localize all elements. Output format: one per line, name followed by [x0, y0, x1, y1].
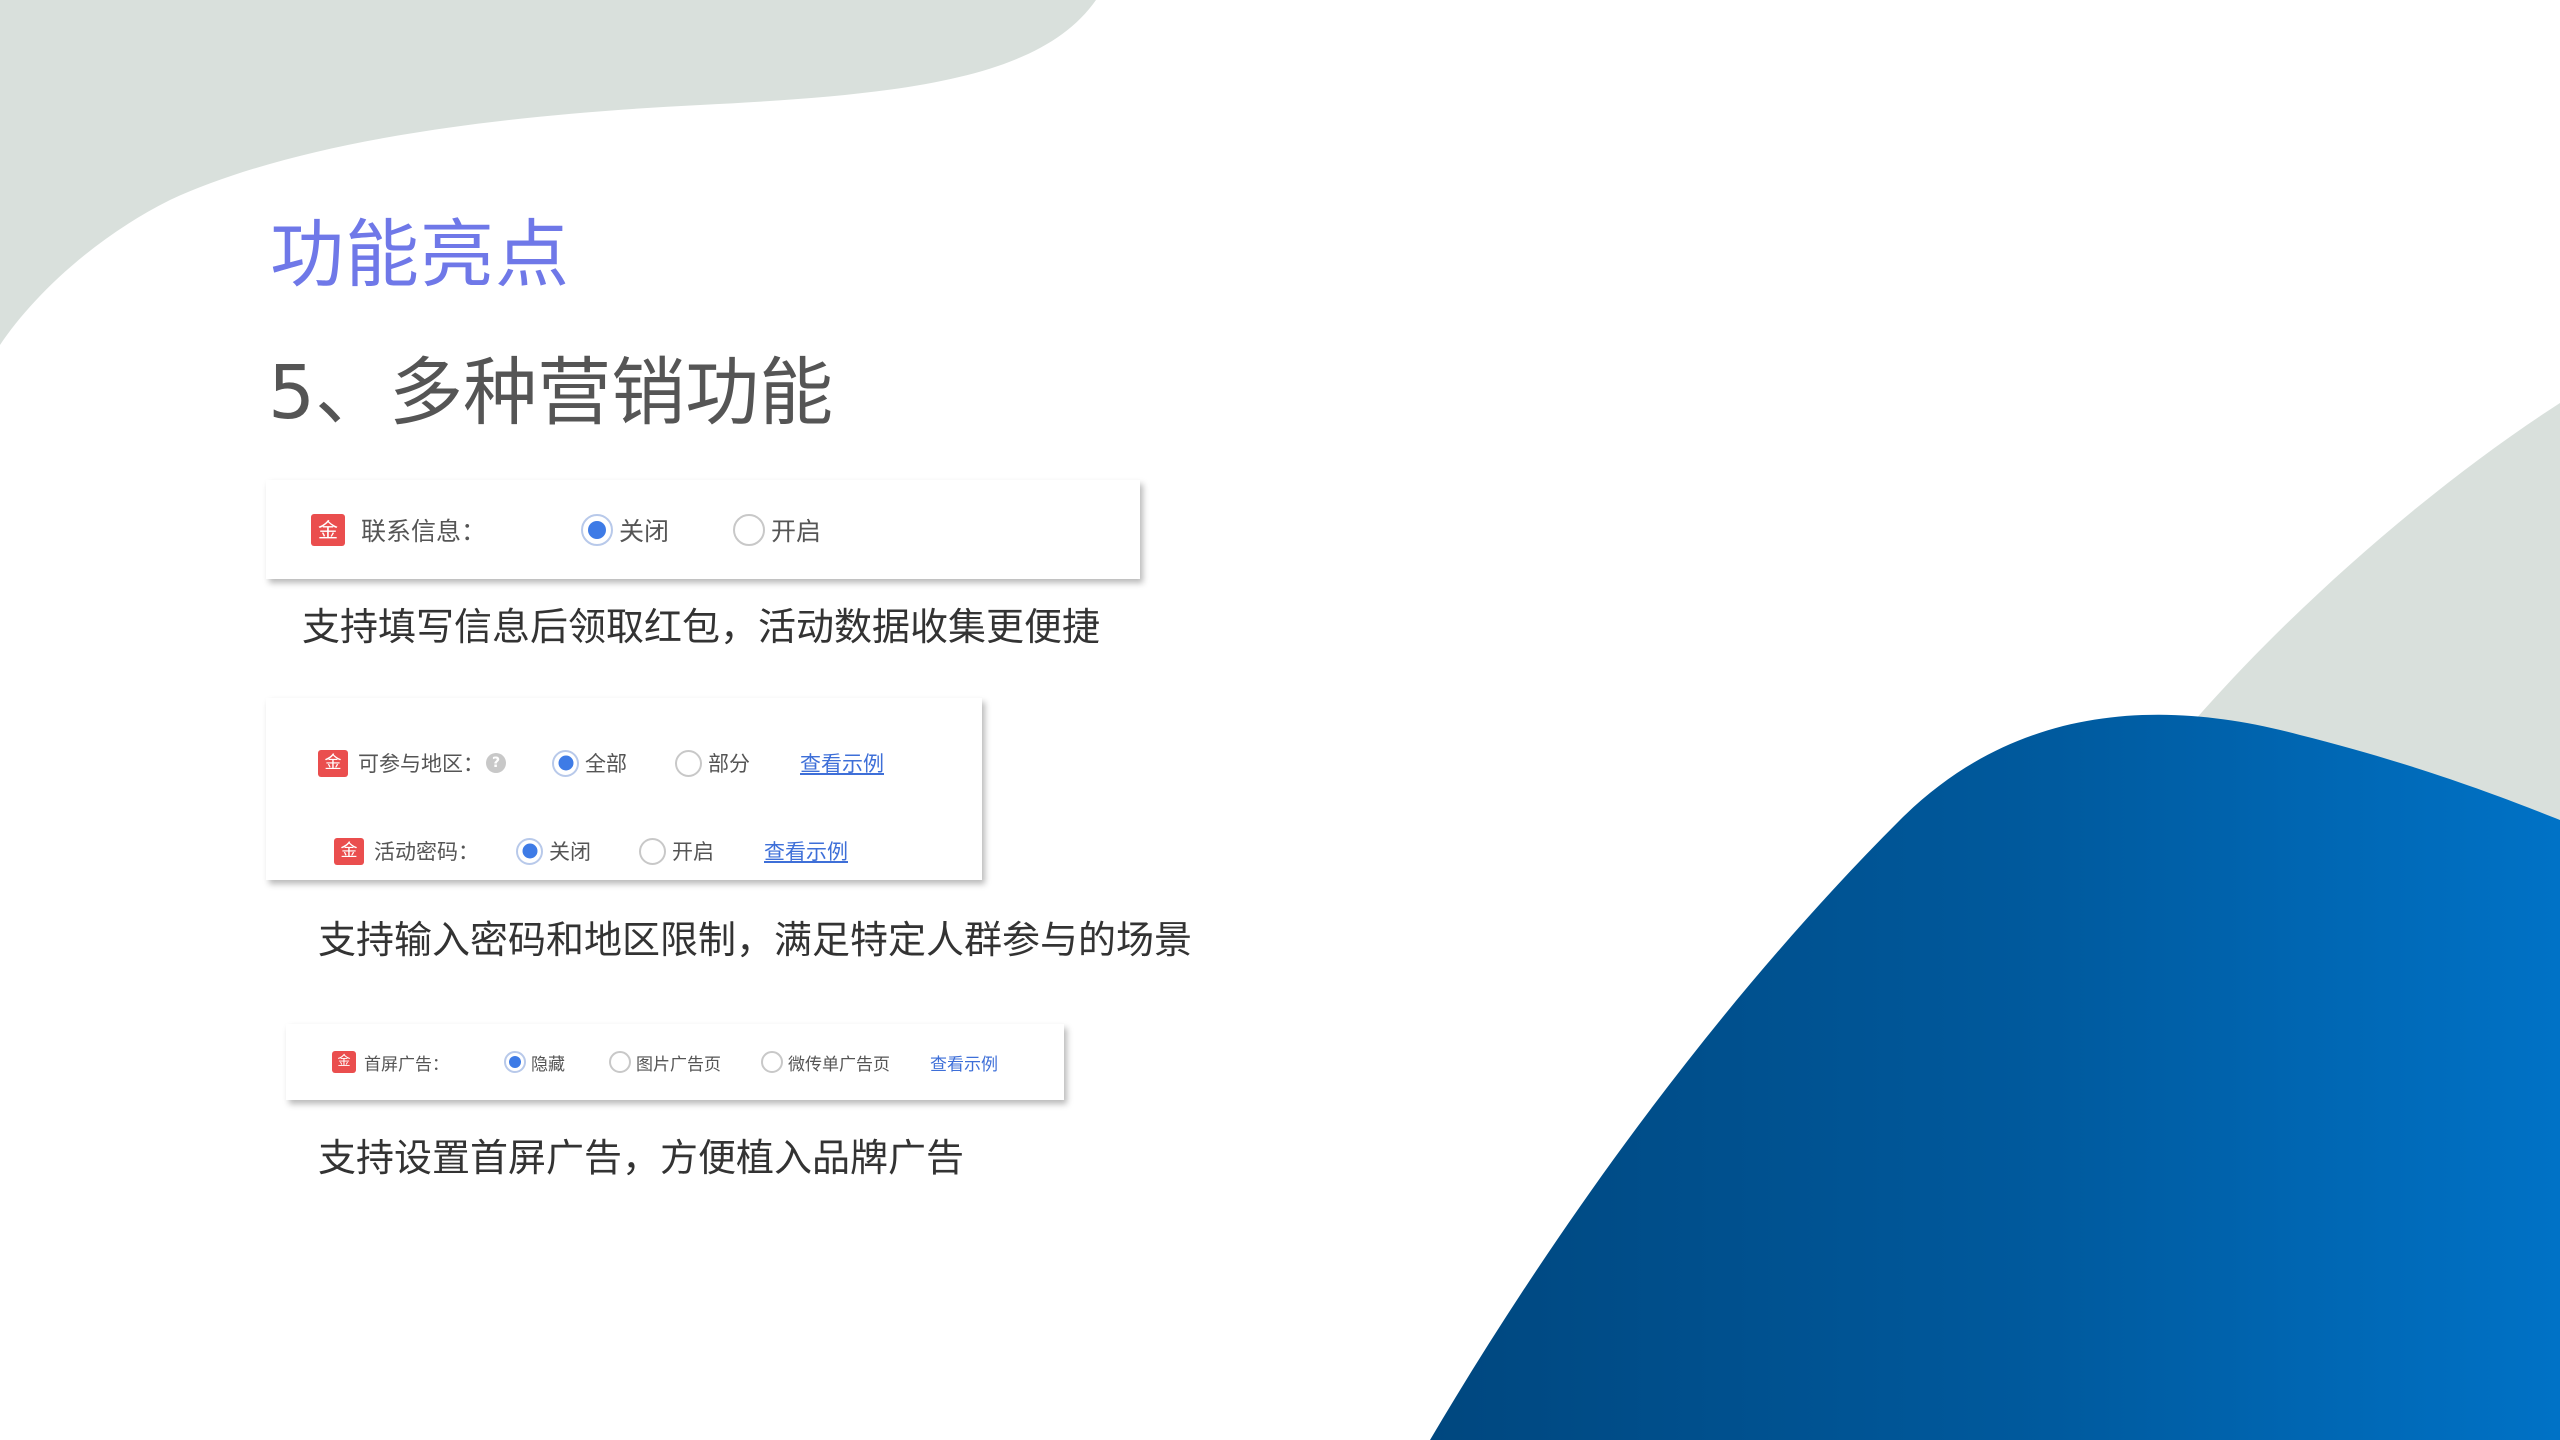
contact-radio-off[interactable]: 关闭 [581, 512, 669, 548]
region-row: 金 可参与地区： ? 全部 部分 查看示例 [318, 743, 884, 783]
radio-label: 全部 [585, 752, 627, 776]
splash-radio-image-ad[interactable]: 图片广告页 [609, 1050, 721, 1075]
contact-radio-on[interactable]: 开启 [733, 512, 821, 548]
radio-checked-icon [581, 513, 613, 546]
radio-unchecked-icon [609, 1051, 631, 1073]
region-radio-all[interactable]: 全部 [552, 748, 627, 778]
radio-label: 图片广告页 [636, 1054, 721, 1075]
contact-info-panel: 金 联系信息： 关闭 开启 [266, 480, 1140, 579]
radio-checked-icon [552, 749, 579, 777]
radio-label: 微传单广告页 [788, 1054, 890, 1075]
password-view-example-link[interactable]: 查看示例 [764, 836, 848, 866]
radio-label: 关闭 [619, 516, 670, 546]
password-label: 活动密码： [374, 840, 479, 864]
splash-ad-description: 支持设置首屏广告，方便植入品牌广告 [318, 1136, 965, 1180]
bottom-right-blue-blob [1430, 714, 2560, 1440]
section-subtitle: 5、多种营销功能 [268, 350, 834, 436]
radio-label: 开启 [672, 840, 714, 864]
splash-ad-row: 金 首屏广告： 隐藏 图片广告页 微传单广告页 查看示例 [332, 1024, 998, 1100]
slide: 功能亮点 5、多种营销功能 金 联系信息： 关闭 开启 支持填写信息后领取红包，… [0, 0, 2560, 1440]
password-radio-off[interactable]: 关闭 [516, 836, 591, 866]
radio-label: 隐藏 [531, 1054, 565, 1075]
region-password-panel: 金 可参与地区： ? 全部 部分 查看示例 金 活动密码： 关闭 开启 查看示例 [266, 698, 982, 880]
gold-badge-icon: 金 [332, 1051, 356, 1073]
password-radio-on[interactable]: 开启 [639, 836, 714, 866]
radio-label: 部分 [708, 752, 750, 776]
region-view-example-link[interactable]: 查看示例 [800, 748, 884, 778]
radio-label: 开启 [771, 516, 822, 546]
radio-unchecked-icon [733, 513, 766, 546]
radio-unchecked-icon [761, 1051, 783, 1073]
splash-ad-label: 首屏广告： [364, 1054, 449, 1075]
region-label: 可参与地区： [358, 752, 484, 776]
contact-info-row: 金 联系信息： 关闭 开启 [311, 480, 821, 579]
region-radio-partial[interactable]: 部分 [675, 748, 750, 778]
region-password-description: 支持输入密码和地区限制，满足特定人群参与的场景 [318, 918, 1193, 962]
help-icon[interactable]: ? [486, 753, 506, 773]
splash-view-example-link[interactable]: 查看示例 [930, 1050, 998, 1075]
radio-label: 关闭 [549, 840, 591, 864]
gold-badge-icon: 金 [334, 837, 364, 865]
contact-info-description: 支持填写信息后领取红包，活动数据收集更便捷 [302, 605, 1101, 649]
radio-checked-icon [516, 837, 543, 865]
splash-radio-flyer-ad[interactable]: 微传单广告页 [761, 1050, 890, 1075]
splash-ad-panel: 金 首屏广告： 隐藏 图片广告页 微传单广告页 查看示例 [286, 1024, 1064, 1100]
password-row: 金 活动密码： 关闭 开启 查看示例 [334, 831, 848, 871]
gold-badge-icon: 金 [318, 749, 348, 777]
gold-badge-icon: 金 [311, 513, 345, 546]
contact-info-label: 联系信息： [361, 516, 487, 546]
splash-radio-hide[interactable]: 隐藏 [504, 1050, 565, 1075]
page-title: 功能亮点 [270, 212, 570, 298]
radio-unchecked-icon [675, 749, 702, 777]
radio-checked-icon [504, 1051, 526, 1073]
radio-unchecked-icon [639, 837, 666, 865]
